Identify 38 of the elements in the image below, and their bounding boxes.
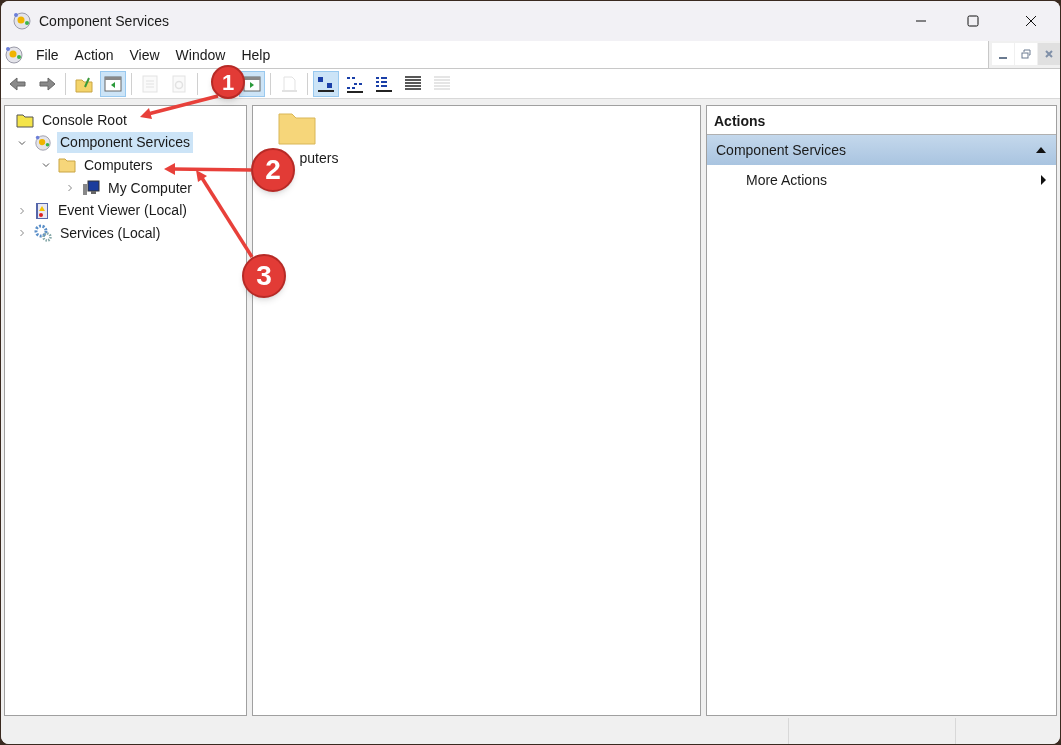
folder-icon (277, 110, 317, 146)
menu-item[interactable]: Help (233, 44, 279, 65)
tree-item[interactable]: Computers (81, 155, 156, 176)
collapse-arrow-icon (1035, 146, 1047, 154)
close-icon (1044, 49, 1054, 59)
tree-item[interactable]: Console Root (39, 109, 130, 131)
component-icon (34, 133, 52, 152)
restore-icon (1021, 49, 1031, 59)
app-icon (12, 11, 32, 31)
tree-item[interactable]: Services (Local) (57, 222, 164, 244)
chevron-right-icon[interactable] (17, 228, 27, 239)
maximize-icon (967, 15, 979, 27)
close-button[interactable] (1038, 43, 1060, 65)
folder-label[interactable]: puters (299, 148, 339, 169)
menu-item[interactable]: Action (66, 44, 122, 65)
tree-item[interactable]: Component Services (57, 132, 193, 154)
minimize-icon (999, 57, 1007, 59)
actions-section-header[interactable]: Component Services (707, 135, 1056, 165)
menu-item[interactable]: Window (167, 44, 234, 65)
tree-item[interactable]: My Computer (105, 177, 196, 199)
folder-icon (16, 112, 34, 129)
restore-button[interactable] (1015, 43, 1037, 65)
window-title: Component Services (39, 11, 169, 31)
action-item[interactable]: More Actions (707, 165, 1056, 195)
chevron-right-icon[interactable] (17, 205, 27, 216)
gear-icon (34, 224, 52, 243)
large-buttons-view-icon[interactable] (313, 70, 339, 97)
menu-item[interactable]: View (121, 44, 168, 65)
pane-toggle-button[interactable] (100, 70, 126, 97)
minimize-button[interactable] (992, 43, 1014, 65)
computer-icon (82, 180, 100, 197)
tree-item[interactable]: Event Viewer (Local) (55, 200, 190, 222)
folder-icon (58, 157, 76, 174)
app-menu-icon (4, 44, 24, 65)
menu-item[interactable]: File (28, 44, 67, 65)
close-icon (1025, 15, 1037, 27)
event-log-icon (34, 201, 50, 220)
chevron-right-icon[interactable] (65, 183, 75, 194)
